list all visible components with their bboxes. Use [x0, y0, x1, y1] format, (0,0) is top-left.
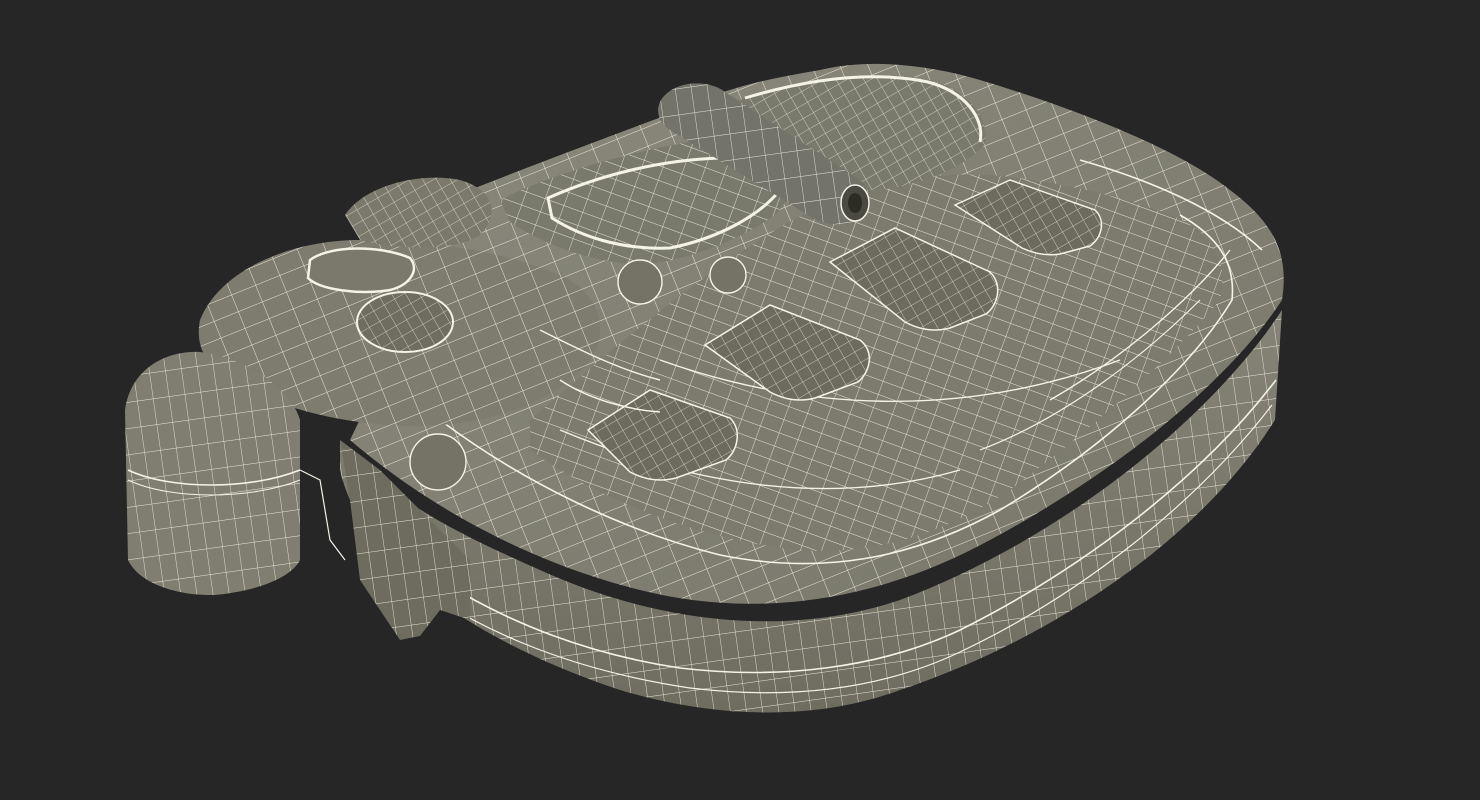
small-button-2: [709, 256, 747, 294]
oval-top-button: [306, 247, 416, 294]
small-button-3: [409, 433, 467, 491]
wireframe-model-render: [125, 63, 1284, 713]
viewport: [0, 0, 1480, 800]
small-button-1: [617, 259, 663, 305]
round-control-button: [356, 291, 454, 353]
left-end-cap: [125, 351, 301, 596]
side-knob-top: [345, 177, 492, 248]
